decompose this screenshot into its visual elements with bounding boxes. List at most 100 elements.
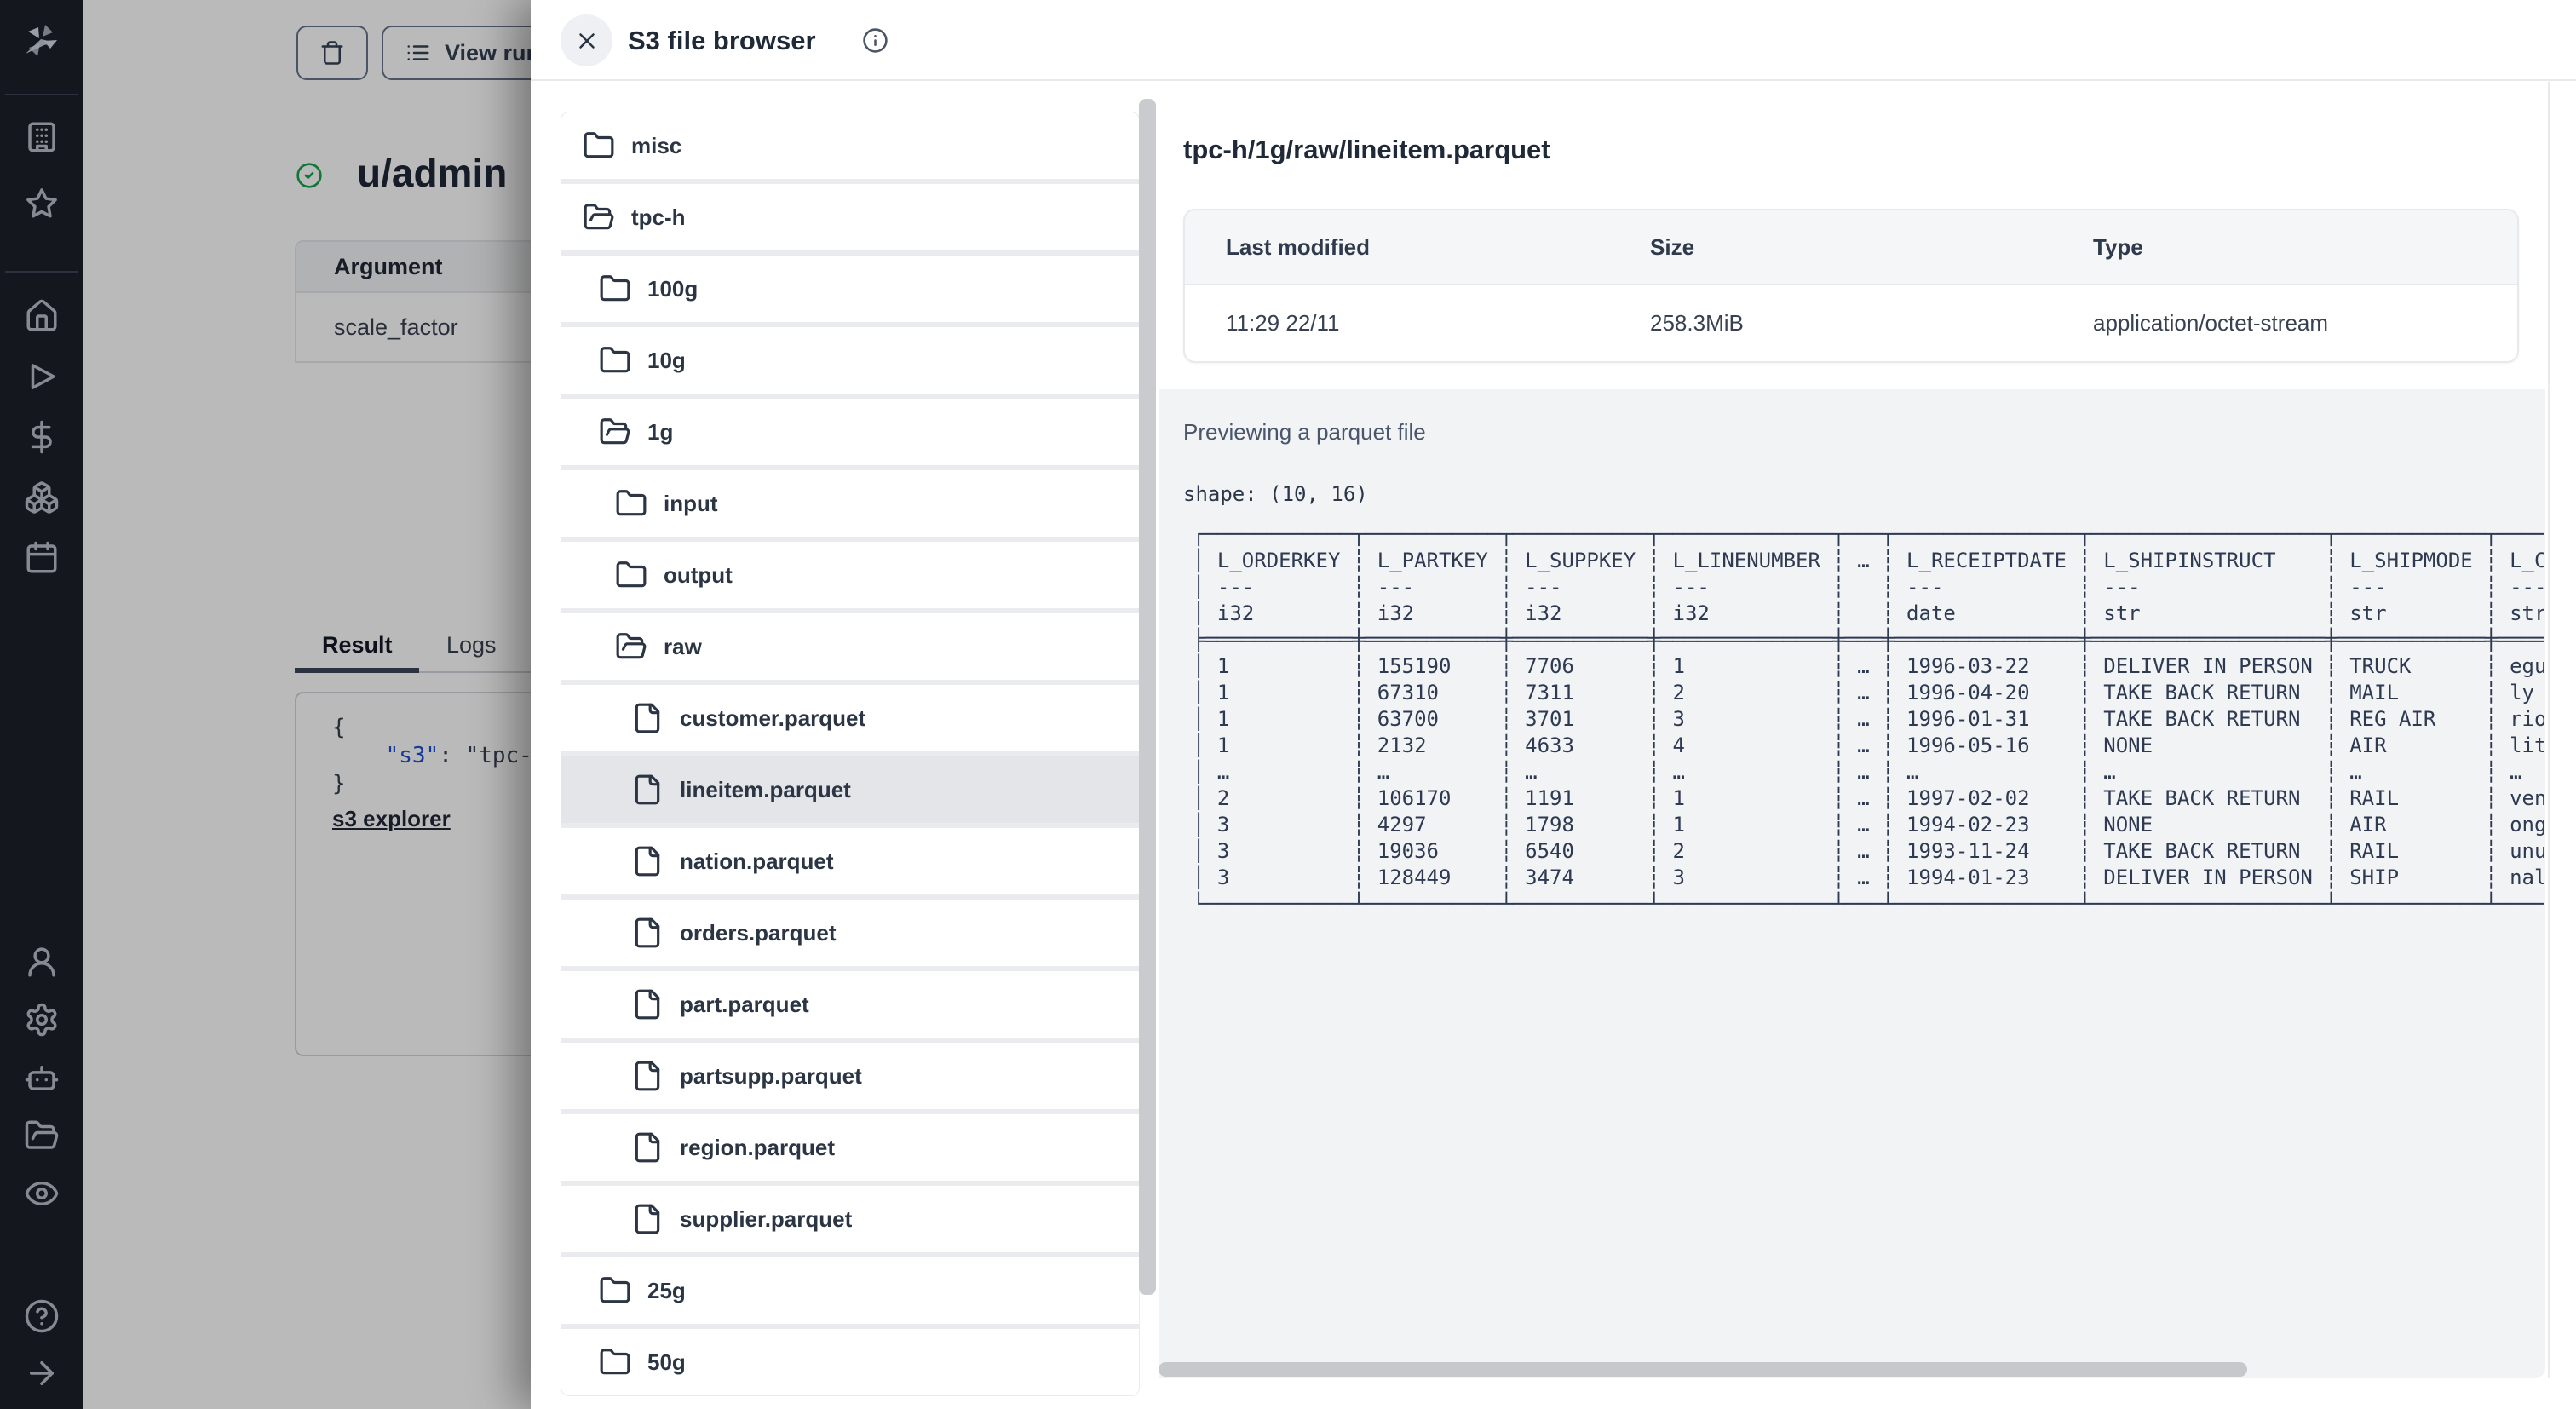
s3-file-browser-drawer: S3 file browser misc tpc-h 100g 10g 1g input o…	[531, 0, 2576, 1409]
calendar-icon[interactable]	[24, 540, 60, 576]
tree-item-1g[interactable]: 1g	[561, 399, 1139, 465]
sidebar-group-workspace	[0, 119, 83, 221]
tree-item-raw[interactable]: raw	[561, 613, 1139, 680]
tree-item-label: 10g	[647, 347, 686, 373]
app-sidebar	[0, 0, 83, 1409]
tree-item-label: output	[664, 561, 733, 588]
tree-item-part.parquet[interactable]: part.parquet	[561, 971, 1139, 1038]
file-icon	[631, 1131, 664, 1164]
close-icon	[574, 28, 600, 54]
tree-item-label: lineitem.parquet	[680, 776, 851, 802]
building-icon[interactable]	[24, 119, 60, 155]
tree-item-100g[interactable]: 100g	[561, 256, 1139, 322]
folder-icon	[599, 273, 631, 305]
tree-item-supplier.parquet[interactable]: supplier.parquet	[561, 1186, 1139, 1252]
dollar-icon[interactable]	[24, 419, 60, 455]
tree-item-tpc-h[interactable]: tpc-h	[561, 184, 1139, 250]
tree-item-label: 50g	[647, 1349, 686, 1375]
file-icon	[631, 774, 664, 806]
value-size: 258.3MiB	[1650, 310, 1744, 336]
header-size: Size	[1650, 233, 1695, 260]
help-circle-icon[interactable]	[24, 1298, 60, 1334]
preview-horizontal-scrollbar[interactable]	[1159, 1362, 2247, 1377]
tree-item-customer.parquet[interactable]: customer.parquet	[561, 685, 1139, 751]
boxes-icon[interactable]	[24, 480, 60, 515]
star-icon[interactable]	[24, 186, 60, 221]
arrow-right-icon[interactable]	[24, 1355, 60, 1391]
tree-item-label: input	[664, 490, 718, 516]
tree-item-label: misc	[631, 132, 682, 158]
user-icon[interactable]	[24, 944, 60, 980]
tree-item-label: region.parquet	[680, 1134, 836, 1160]
folder-open-icon[interactable]	[24, 1118, 60, 1153]
folder-icon	[599, 344, 631, 377]
file-tree: misc tpc-h 100g 10g 1g input output raw customer…	[561, 112, 1140, 1396]
info-icon[interactable]	[862, 27, 888, 54]
eye-icon[interactable]	[24, 1176, 60, 1211]
drawer-header: S3 file browser	[531, 0, 2576, 81]
tree-item-label: supplier.parquet	[680, 1205, 853, 1232]
parquet-preview-table: ┌────────────┬───────────┬───────────┬──…	[1193, 522, 2544, 916]
tree-item-orders.parquet[interactable]: orders.parquet	[561, 900, 1139, 966]
file-icon	[631, 845, 664, 877]
tree-item-label: 100g	[647, 275, 699, 302]
tree-item-partsupp.parquet[interactable]: partsupp.parquet	[561, 1043, 1139, 1109]
folder-icon	[615, 559, 647, 591]
tree-item-25g[interactable]: 25g	[561, 1257, 1139, 1324]
tree-item-label: 1g	[647, 418, 674, 445]
tree-item-label: tpc-h	[631, 204, 686, 230]
modal-overlay[interactable]	[83, 0, 531, 1409]
tree-item-label: partsupp.parquet	[680, 1062, 862, 1089]
sidebar-group-lower	[0, 944, 83, 1211]
tree-item-region.parquet[interactable]: region.parquet	[561, 1114, 1139, 1181]
sidebar-group-footer	[0, 1298, 83, 1391]
folder-icon	[599, 1274, 631, 1307]
parquet-preview-container: ┌────────────┬───────────┬───────────┬──…	[1193, 521, 2544, 930]
file-icon	[631, 917, 664, 949]
file-icon	[631, 988, 664, 1021]
tree-item-misc[interactable]: misc	[561, 112, 1139, 179]
folder-open-icon	[583, 201, 615, 233]
tree-item-output[interactable]: output	[561, 542, 1139, 608]
tree-item-label: raw	[664, 633, 702, 659]
tree-item-label: 25g	[647, 1277, 686, 1303]
folder-open-icon	[599, 416, 631, 448]
file-icon	[631, 1060, 664, 1092]
file-details-header-row: Last modified Size Type	[1185, 210, 2517, 285]
panel-scroll-gutter	[2548, 82, 2550, 1378]
file-icon	[631, 702, 664, 734]
home-icon[interactable]	[24, 298, 60, 334]
tree-item-label: customer.parquet	[680, 704, 866, 731]
close-button[interactable]	[561, 14, 612, 66]
sidebar-divider	[5, 94, 78, 95]
preview-caption: Previewing a parquet file	[1183, 419, 1426, 445]
folder-icon	[599, 1346, 631, 1378]
drawer-title: S3 file browser	[628, 26, 816, 55]
folder-icon	[615, 487, 647, 520]
file-path-title: tpc-h/1g/raw/lineitem.parquet	[1183, 135, 1550, 164]
value-type: application/octet-stream	[2093, 310, 2329, 336]
play-icon[interactable]	[24, 359, 60, 394]
file-icon	[631, 1203, 664, 1235]
settings-icon[interactable]	[24, 1002, 60, 1038]
header-type: Type	[2093, 233, 2143, 260]
file-details-value-row: 11:29 22/11 258.3MiB application/octet-s…	[1185, 285, 2517, 361]
value-last-modified: 11:29 22/11	[1226, 310, 1340, 336]
file-details-table: Last modified Size Type 11:29 22/11 258.…	[1183, 209, 2519, 363]
sidebar-divider	[5, 271, 78, 273]
tree-item-input[interactable]: input	[561, 470, 1139, 537]
dataframe-shape: shape: (10, 16)	[1183, 482, 1368, 506]
tree-scrollbar[interactable]	[1139, 99, 1156, 1295]
folder-icon	[583, 129, 615, 162]
windmill-logo-icon[interactable]	[20, 20, 61, 61]
tree-item-50g[interactable]: 50g	[561, 1329, 1139, 1395]
tree-item-label: orders.parquet	[680, 919, 837, 946]
tree-item-lineitem.parquet[interactable]: lineitem.parquet	[561, 756, 1139, 823]
header-last-modified: Last modified	[1226, 233, 1371, 260]
tree-item-10g[interactable]: 10g	[561, 327, 1139, 394]
bot-icon[interactable]	[24, 1060, 60, 1096]
tree-item-label: nation.parquet	[680, 848, 834, 874]
folder-open-icon	[615, 630, 647, 663]
tree-item-nation.parquet[interactable]: nation.parquet	[561, 828, 1139, 894]
tree-item-label: part.parquet	[680, 991, 809, 1017]
